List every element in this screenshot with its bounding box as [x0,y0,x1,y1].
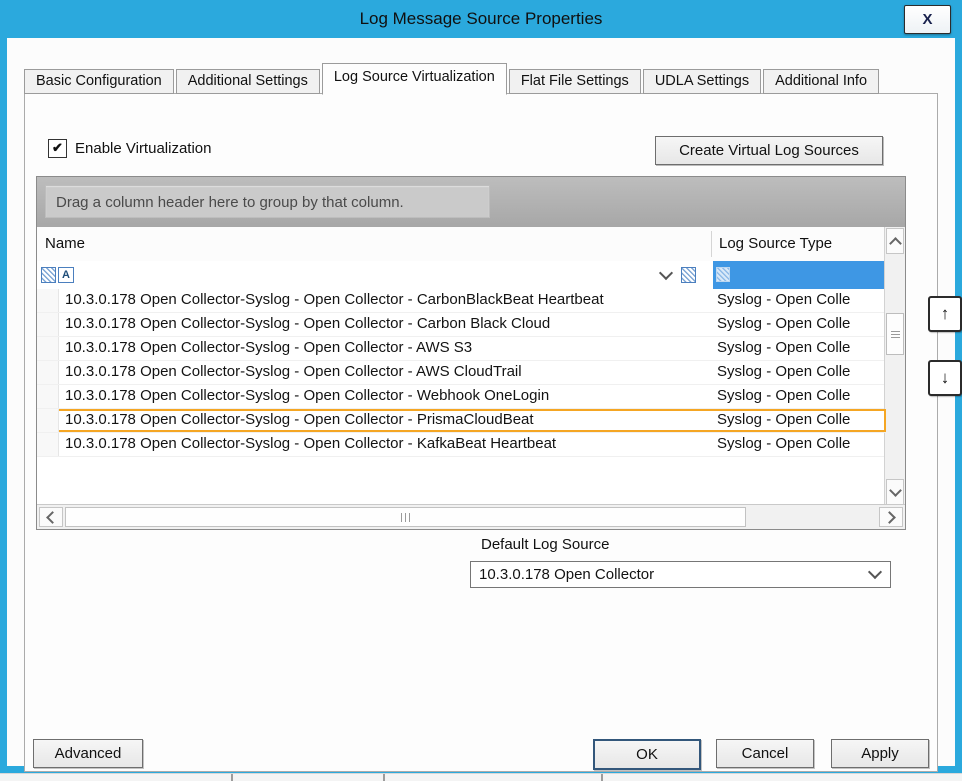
filter-cell-log-source-type[interactable] [713,261,886,289]
create-virtual-log-sources-button[interactable]: Create Virtual Log Sources [655,136,883,165]
grid-filter-row: A [37,261,886,290]
tab-additional-settings[interactable]: Additional Settings [176,69,320,94]
group-by-bar[interactable]: Drag a column header here to group by th… [37,177,905,227]
titlebar[interactable]: Log Message Source Properties X [0,0,962,38]
table-row[interactable]: 10.3.0.178 Open Collector-Syslog - Open … [37,337,886,361]
row-indicator [37,337,59,360]
scroll-up-button[interactable] [886,228,904,254]
row-indicator [37,361,59,384]
row-name: 10.3.0.178 Open Collector-Syslog - Open … [65,385,710,407]
enable-virtualization-label: Enable Virtualization [75,140,211,157]
row-name: 10.3.0.178 Open Collector-Syslog - Open … [65,289,710,311]
up-arrow-icon: ↑ [941,304,950,324]
row-log-source-type: Syslog - Open Colle [717,289,886,311]
row-name: 10.3.0.178 Open Collector-Syslog - Open … [65,433,710,455]
close-button[interactable]: X [904,5,951,34]
filter-criteria-icon-2[interactable] [681,267,696,283]
move-up-button[interactable]: ↑ [928,296,962,332]
virtual-log-sources-grid: Drag a column header here to group by th… [36,176,906,530]
chevron-left-icon [46,511,59,524]
column-header-name[interactable]: Name [45,227,85,260]
tab-flat-file-settings[interactable]: Flat File Settings [509,69,641,94]
scroll-down-button[interactable] [886,479,904,505]
column-header-log-source-type[interactable]: Log Source Type [719,227,832,260]
row-indicator [37,409,59,432]
vertical-scrollbar[interactable] [884,227,905,506]
table-row[interactable]: 10.3.0.178 Open Collector-Syslog - Open … [37,433,886,457]
row-indicator [37,385,59,408]
tab-udla-settings[interactable]: UDLA Settings [643,69,761,94]
row-log-source-type: Syslog - Open Colle [717,313,886,335]
row-log-source-type: Syslog - Open Colle [717,409,886,431]
move-down-button[interactable]: ↓ [928,360,962,396]
table-row[interactable]: 10.3.0.178 Open Collector-Syslog - Open … [37,289,886,313]
filter-letter-icon[interactable]: A [58,267,74,283]
default-log-source-select[interactable]: 10.3.0.178 Open Collector [470,561,891,588]
tab-basic-configuration[interactable]: Basic Configuration [24,69,174,94]
chevron-down-icon [659,266,673,280]
row-indicator [37,433,59,456]
table-row[interactable]: 10.3.0.178 Open Collector-Syslog - Open … [37,313,886,337]
vertical-scroll-thumb[interactable] [886,313,904,355]
table-row-highlighted[interactable]: 10.3.0.178 Open Collector-Syslog - Open … [37,409,886,433]
filter-criteria-icon[interactable] [41,267,56,283]
horizontal-scroll-thumb[interactable] [65,507,746,527]
row-name: 10.3.0.178 Open Collector-Syslog - Open … [65,361,710,383]
tab-strip: Basic Configuration Additional Settings … [24,63,881,94]
dialog-body: Basic Configuration Additional Settings … [7,38,955,766]
group-by-hint: Drag a column header here to group by th… [45,185,490,218]
column-divider [711,231,712,257]
filter-mini-icon [716,267,730,282]
check-icon: ✔ [52,140,63,156]
tab-additional-info[interactable]: Additional Info [763,69,879,94]
row-name: 10.3.0.178 Open Collector-Syslog - Open … [65,337,710,359]
scroll-right-button[interactable] [879,507,903,527]
chevron-right-icon [883,511,896,524]
row-log-source-type: Syslog - Open Colle [717,361,886,383]
ok-button[interactable]: OK [593,739,701,770]
advanced-button[interactable]: Advanced [33,739,143,768]
window-title: Log Message Source Properties [0,0,962,38]
chevron-down-icon [868,565,882,579]
tab-log-source-virtualization[interactable]: Log Source Virtualization [322,63,507,95]
row-indicator [37,289,59,312]
grid-rows: 10.3.0.178 Open Collector-Syslog - Open … [37,289,886,457]
cancel-button[interactable]: Cancel [716,739,814,768]
log-message-source-properties-dialog: Log Message Source Properties X Basic Co… [0,0,962,773]
row-log-source-type: Syslog - Open Colle [717,433,886,455]
down-arrow-icon: ↓ [941,368,950,388]
default-log-source-value: 10.3.0.178 Open Collector [479,562,654,587]
chevron-up-icon [889,237,902,250]
row-log-source-type: Syslog - Open Colle [717,337,886,359]
enable-virtualization-checkbox[interactable]: ✔ [48,139,67,158]
grid-header-row: Name Log Source Type [37,227,886,262]
row-indicator [37,313,59,336]
table-row[interactable]: 10.3.0.178 Open Collector-Syslog - Open … [37,385,886,409]
row-name: 10.3.0.178 Open Collector-Syslog - Open … [65,409,710,431]
horizontal-scrollbar[interactable] [37,504,905,529]
chevron-down-icon [889,484,902,497]
row-log-source-type: Syslog - Open Colle [717,385,886,407]
enable-virtualization-row: ✔ Enable Virtualization [48,138,211,158]
table-row[interactable]: 10.3.0.178 Open Collector-Syslog - Open … [37,361,886,385]
apply-button[interactable]: Apply [831,739,929,768]
close-icon: X [922,11,932,28]
default-log-source-label: Default Log Source [481,536,609,553]
filter-dropdown-button[interactable] [657,267,675,283]
row-name: 10.3.0.178 Open Collector-Syslog - Open … [65,313,710,335]
scroll-left-button[interactable] [39,507,63,527]
